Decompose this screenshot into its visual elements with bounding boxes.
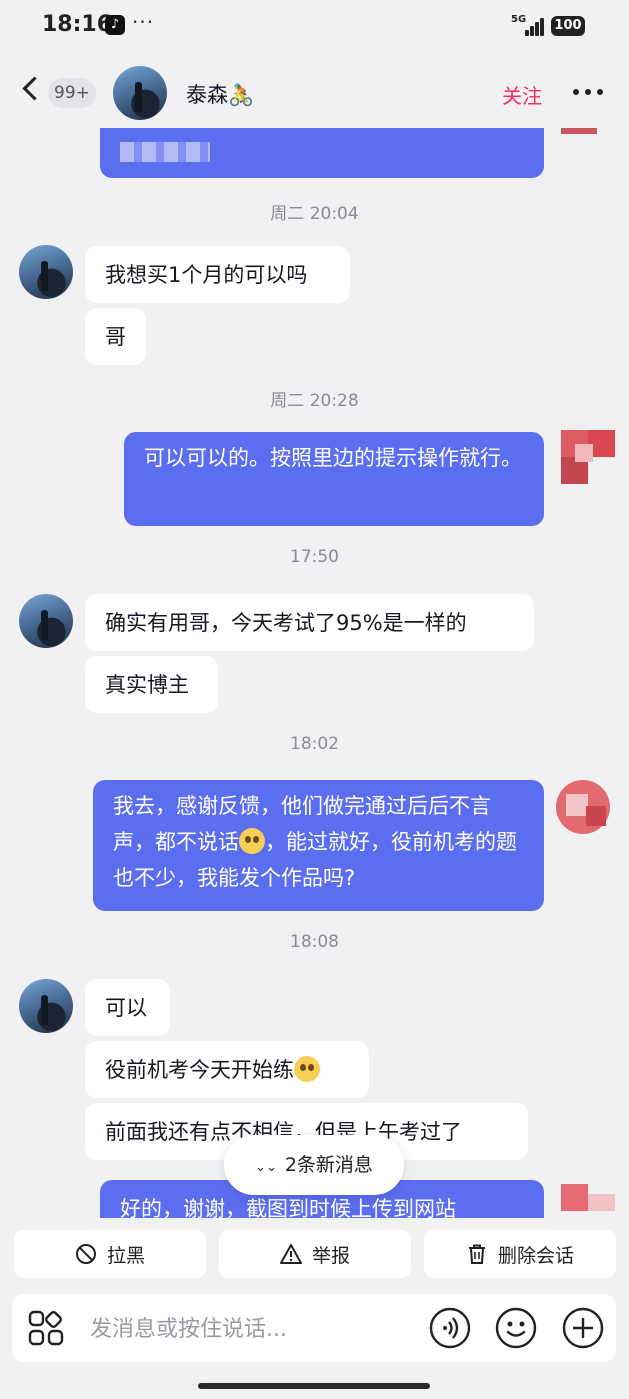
timestamp: 18:08 [290, 932, 339, 952]
timestamp: 周二 20:04 [270, 204, 359, 224]
trash-icon [468, 1244, 485, 1264]
tiktok-icon: ♪ [105, 15, 125, 35]
message-bubble-incoming[interactable]: 我想买1个月的可以吗 [85, 246, 350, 303]
battery-icon: 100 [551, 16, 585, 36]
contact-avatar[interactable] [113, 66, 167, 120]
voice-icon[interactable] [429, 1307, 471, 1349]
contact-avatar[interactable] [19, 245, 73, 299]
block-button[interactable]: 拉黑 [14, 1230, 206, 1278]
status-bar: 18:16 ♪ ··· 5G 100 [0, 0, 629, 52]
contact-avatar[interactable] [19, 594, 73, 648]
contact-avatar[interactable] [19, 979, 73, 1033]
block-icon [75, 1244, 96, 1264]
timestamp: 18:02 [290, 734, 339, 754]
message-bubble-outgoing[interactable]: 我去，感谢反馈，他们做完通过后后不言声，都不说话 ，能过就好，役前机考的题也不少，… [93, 780, 544, 911]
add-icon[interactable] [562, 1307, 604, 1349]
timestamp: 周二 20:28 [270, 391, 359, 411]
wink-emoji-icon [294, 1056, 320, 1082]
input-container [12, 1294, 616, 1362]
more-notifications-icon: ··· [132, 10, 155, 34]
message-bubble-incoming[interactable]: 可以 [85, 979, 170, 1036]
message-bubble-incoming[interactable]: 役前机考今天开始练 [85, 1041, 369, 1098]
flushed-emoji-icon [239, 828, 265, 854]
double-chevron-down-icon: ⌄⌄ [255, 1160, 277, 1175]
my-avatar[interactable] [561, 1184, 615, 1218]
message-bubble-incoming[interactable]: 哥 [85, 308, 146, 365]
contact-name[interactable]: 泰森🚴 [186, 79, 254, 109]
chat-header: 99+ 泰森🚴 关注 [0, 52, 629, 128]
back-icon[interactable] [22, 76, 47, 101]
follow-button[interactable]: 关注 [502, 80, 542, 109]
home-indicator[interactable] [198, 1383, 430, 1389]
new-messages-pill[interactable]: ⌄⌄ 2条新消息 [224, 1135, 404, 1195]
message-text: 役前机考今天开始练 [105, 1058, 294, 1082]
message-bubble-incoming[interactable]: 确实有用哥，今天考试了95%是一样的 [85, 594, 534, 651]
report-button[interactable]: 举报 [219, 1230, 411, 1278]
apps-icon[interactable] [28, 1310, 64, 1346]
blurred-content [120, 142, 210, 162]
more-options-icon[interactable] [571, 89, 605, 97]
report-label: 举报 [311, 1244, 350, 1267]
action-bar: 拉黑 举报 删除会话 [0, 1218, 629, 1294]
delete-label: 删除会话 [497, 1244, 574, 1267]
delete-conversation-button[interactable]: 删除会话 [424, 1230, 616, 1278]
message-bubble-outgoing[interactable]: 可以可以的。按照里边的提示操作就行。 [124, 432, 544, 526]
message-list[interactable]: 周二 20:04 我想买1个月的可以吗 哥 周二 20:28 可以可以的。按照里… [0, 128, 629, 1218]
my-avatar[interactable] [561, 430, 615, 484]
message-bubble-incoming[interactable]: 真实博主 [85, 656, 218, 713]
message-input[interactable] [88, 1313, 412, 1345]
signal-icon [519, 16, 545, 36]
new-messages-label: 2条新消息 [284, 1154, 373, 1176]
unread-count-badge[interactable]: 99+ [48, 78, 96, 108]
my-avatar[interactable] [561, 128, 615, 134]
status-time: 18:16 [42, 12, 113, 37]
warning-icon [279, 1244, 302, 1264]
timestamp: 17:50 [290, 547, 339, 567]
block-label: 拉黑 [106, 1244, 145, 1267]
emoji-icon[interactable] [495, 1307, 537, 1349]
my-avatar[interactable] [556, 780, 610, 834]
